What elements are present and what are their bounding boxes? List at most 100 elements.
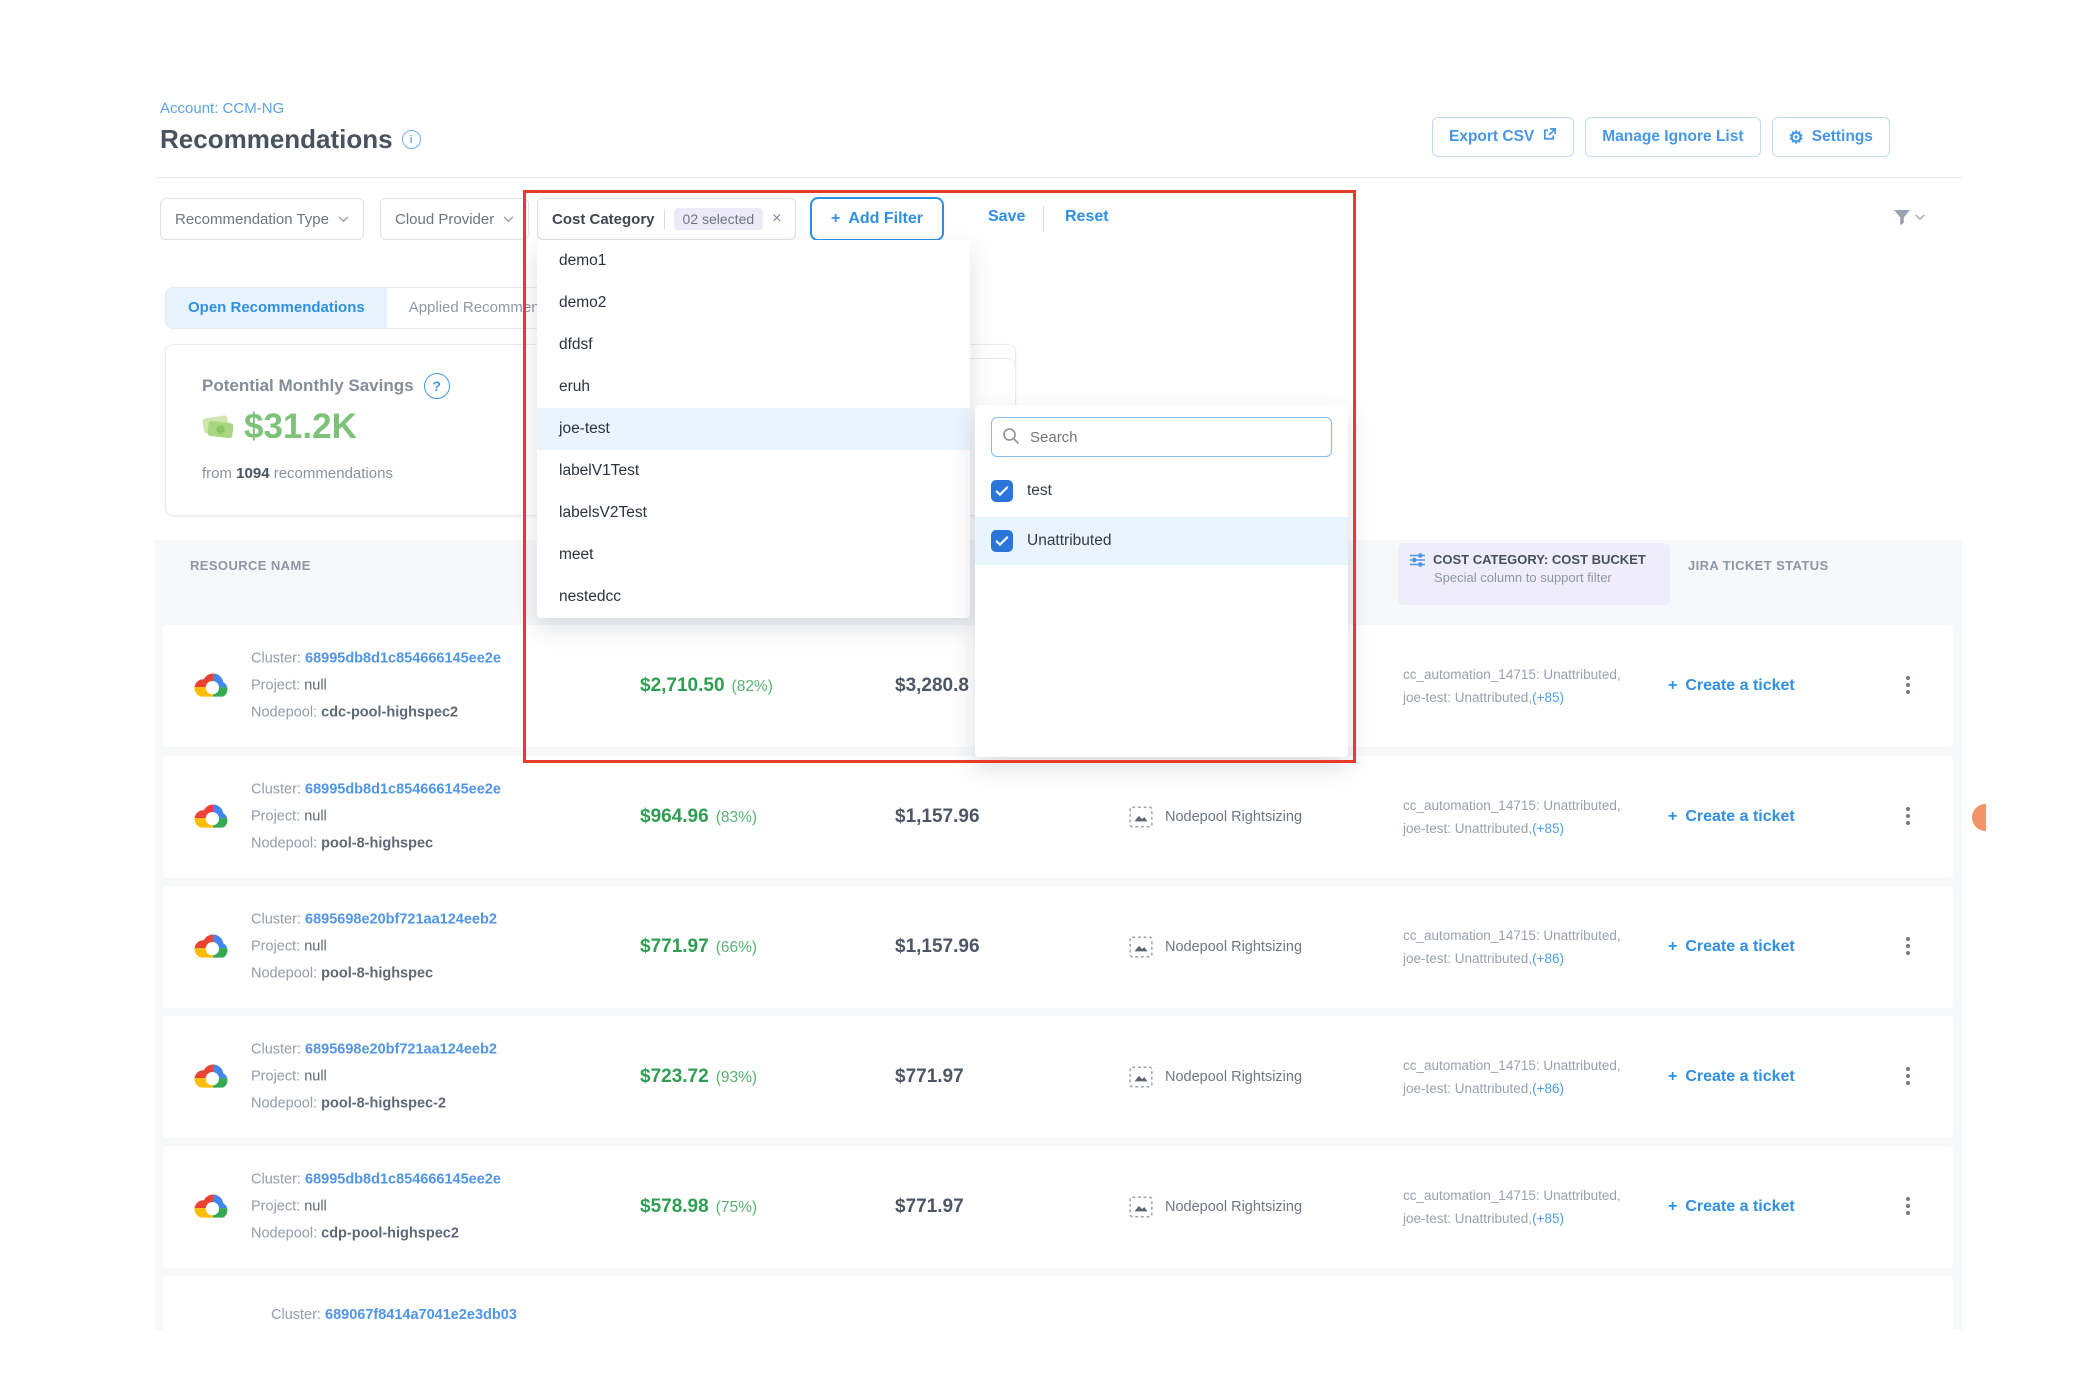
- create-ticket-button[interactable]: +Create a ticket: [1668, 1068, 1795, 1086]
- dropdown-option[interactable]: meet: [537, 534, 970, 576]
- checkbox-label: Unattributed: [1027, 532, 1111, 550]
- recommendation-type-cell: Nodepool Rightsizing: [1128, 804, 1302, 830]
- more-categories-link[interactable]: (+85): [1532, 690, 1564, 705]
- info-icon[interactable]: i: [402, 130, 421, 149]
- cost-category-filter[interactable]: Cost Category 02 selected ×: [537, 198, 796, 240]
- gcp-icon: [193, 670, 233, 702]
- resource-cell: Cluster: 6895698e20bf721aa124eeb2 Projec…: [193, 907, 497, 988]
- cost-category-cell: cc_automation_14715: Unattributed, joe-t…: [1403, 794, 1621, 840]
- dropdown-option[interactable]: demo2: [537, 282, 970, 324]
- checkbox-label: test: [1027, 482, 1052, 500]
- checkbox-checked-icon[interactable]: [991, 480, 1013, 502]
- table-row[interactable]: Cluster: 6895698e20bf721aa124eeb2 Projec…: [163, 1016, 1953, 1138]
- column-header-cost-category[interactable]: COST CATEGORY: COST BUCKET Special colum…: [1398, 543, 1670, 605]
- cluster-link[interactable]: 6895698e20bf721aa124eeb2: [305, 1042, 497, 1058]
- cluster-link[interactable]: 689067f8414a7041e2e3db03: [325, 1307, 517, 1323]
- export-csv-button[interactable]: Export CSV: [1432, 117, 1574, 157]
- tab-open-recommendations[interactable]: Open Recommendations: [166, 288, 387, 328]
- row-menu-kebab-icon[interactable]: [1898, 676, 1918, 696]
- header-divider: [155, 177, 1962, 178]
- chevron-down-icon: [503, 216, 514, 223]
- row-menu-kebab-icon[interactable]: [1898, 807, 1918, 827]
- reset-filter-link[interactable]: Reset: [1065, 208, 1109, 226]
- gcp-icon: [193, 801, 233, 833]
- resource-cell: Cluster: 68995db8d1c854666145ee2e Projec…: [193, 646, 501, 727]
- row-menu-kebab-icon[interactable]: [1898, 937, 1918, 957]
- gear-icon: ⚙: [1789, 129, 1804, 146]
- cluster-link[interactable]: 6895698e20bf721aa124eeb2: [305, 912, 497, 928]
- cost-category-cell: cc_automation_14715: Unattributed, joe-t…: [1403, 1184, 1621, 1230]
- more-categories-link[interactable]: (+86): [1532, 1081, 1564, 1096]
- savings-card-title: Potential Monthly Savings ?: [202, 373, 450, 399]
- cost-category-cell: cc_automation_14715: Unattributed, joe-t…: [1403, 924, 1621, 970]
- cost-category-label: Cost Category: [552, 211, 655, 228]
- recommendation-type-filter[interactable]: Recommendation Type: [160, 198, 364, 240]
- column-header-jira-status[interactable]: JIRA TICKET STATUS: [1688, 558, 1829, 573]
- cluster-link[interactable]: 68995db8d1c854666145ee2e: [305, 782, 501, 798]
- create-ticket-button[interactable]: +Create a ticket: [1668, 1198, 1795, 1216]
- dropdown-option[interactable]: labelsV2Test: [537, 492, 970, 534]
- create-ticket-button[interactable]: +Create a ticket: [1668, 808, 1795, 826]
- dropdown-option[interactable]: labelV1Test: [537, 450, 970, 492]
- dropdown-option[interactable]: eruh: [537, 366, 970, 408]
- row-menu-kebab-icon[interactable]: [1898, 1067, 1918, 1087]
- cost-category-header-subtext: Special column to support filter: [1434, 570, 1658, 585]
- savings-subtitle: from 1094 recommendations: [202, 465, 393, 482]
- recommendation-type-label: Recommendation Type: [175, 211, 329, 228]
- page-title: Recommendations i: [160, 124, 421, 155]
- funnel-icon: [1893, 209, 1911, 226]
- add-filter-button[interactable]: + Add Filter: [810, 197, 944, 241]
- column-header-resource-name[interactable]: RESOURCE NAME: [190, 558, 311, 573]
- monthly-savings-cell: $771.97(66%): [640, 936, 757, 958]
- create-ticket-button[interactable]: +Create a ticket: [1668, 938, 1795, 956]
- header-actions: Export CSV Manage Ignore List ⚙ Settings: [1432, 117, 1890, 157]
- recommendation-count: 1094: [236, 465, 269, 482]
- settings-button[interactable]: ⚙ Settings: [1772, 117, 1890, 157]
- manage-ignore-list-button[interactable]: Manage Ignore List: [1585, 117, 1760, 157]
- resource-cell: Cluster: 6895698e20bf721aa124eeb2 Projec…: [193, 1037, 497, 1118]
- potential-spend-cell: $1,157.96: [895, 806, 980, 828]
- checkbox-option-unattributed[interactable]: Unattributed: [975, 517, 1348, 565]
- recommendation-type-cell: Nodepool Rightsizing: [1128, 1194, 1302, 1220]
- monthly-savings-cell: $964.96(83%): [640, 806, 757, 828]
- rightsizing-icon: [1128, 934, 1154, 960]
- more-categories-link[interactable]: (+86): [1532, 951, 1564, 966]
- table-row[interactable]: Cluster: 68995db8d1c854666145ee2e Projec…: [163, 1146, 1953, 1268]
- dropdown-option-highlighted[interactable]: joe-test: [537, 408, 970, 450]
- cost-category-header-text: COST CATEGORY: COST BUCKET: [1433, 552, 1646, 567]
- help-icon[interactable]: ?: [424, 373, 450, 399]
- account-breadcrumb[interactable]: Account: CCM-NG: [160, 100, 284, 117]
- resource-cell: Cluster: 68995db8d1c854666145ee2e Projec…: [193, 1167, 501, 1248]
- cluster-link[interactable]: 68995db8d1c854666145ee2e: [305, 651, 501, 667]
- rightsizing-icon: [1128, 1064, 1154, 1090]
- money-icon: [200, 413, 236, 441]
- dropdown-option[interactable]: dfdsf: [537, 324, 970, 366]
- recommendation-type-cell: Nodepool Rightsizing: [1128, 934, 1302, 960]
- cost-category-cell: cc_automation_14715: Unattributed, joe-t…: [1403, 1054, 1621, 1100]
- table-row[interactable]: Cluster: 6895698e20bf721aa124eeb2 Projec…: [163, 886, 1953, 1008]
- potential-spend-cell: $3,280.8: [895, 675, 969, 697]
- dropdown-option[interactable]: nestedcc: [537, 576, 970, 618]
- chip-divider: [664, 209, 665, 229]
- clear-filter-icon[interactable]: ×: [772, 210, 781, 228]
- checkbox-checked-icon[interactable]: [991, 530, 1013, 552]
- resource-cell: Cluster: 68995db8d1c854666145ee2e Projec…: [193, 777, 501, 858]
- monthly-savings-cell: $578.98(75%): [640, 1196, 757, 1218]
- sliders-icon: [1410, 553, 1425, 567]
- cluster-link[interactable]: 68995db8d1c854666145ee2e: [305, 1172, 501, 1188]
- filter-panel-toggle[interactable]: [1893, 209, 1925, 226]
- table-row-partial[interactable]: Cluster: 689067f8414a7041e2e3db03: [163, 1276, 1953, 1330]
- dropdown-option[interactable]: demo1: [537, 240, 970, 282]
- rightsizing-icon: [1128, 1194, 1154, 1220]
- create-ticket-button[interactable]: +Create a ticket: [1668, 677, 1795, 695]
- row-menu-kebab-icon[interactable]: [1898, 1197, 1918, 1217]
- floating-widget-partial[interactable]: [1972, 804, 1986, 831]
- cloud-provider-filter[interactable]: Cloud Provider: [380, 198, 529, 240]
- search-input[interactable]: [991, 417, 1332, 457]
- checkbox-option-test[interactable]: test: [975, 467, 1348, 515]
- more-categories-link[interactable]: (+85): [1532, 821, 1564, 836]
- table-row[interactable]: Cluster: 68995db8d1c854666145ee2e Projec…: [163, 756, 1953, 878]
- save-filter-link[interactable]: Save: [988, 208, 1025, 226]
- more-categories-link[interactable]: (+85): [1532, 1211, 1564, 1226]
- recommendations-page: Account: CCM-NG Recommendations i Export…: [0, 0, 2094, 1392]
